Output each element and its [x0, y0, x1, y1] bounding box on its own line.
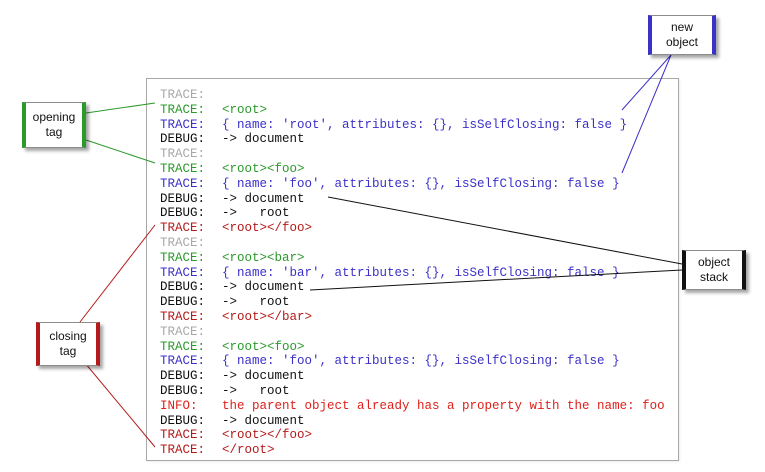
callout-closing-tag: closing tag [36, 322, 100, 366]
connector-opening-tag-2 [85, 139, 156, 164]
connector-closing-tag-1 [79, 224, 156, 323]
callout-new-object: new object [648, 15, 716, 55]
connector-lines [79, 54, 683, 448]
connector-new-object-1 [621, 54, 672, 111]
connector-opening-tag-1 [85, 102, 156, 114]
callout-object-stack: object stack [682, 250, 746, 290]
connector-object-stack-2 [309, 269, 683, 291]
connector-closing-tag-2 [79, 356, 156, 448]
connector-new-object-2 [621, 54, 672, 174]
connector-object-stack-1 [327, 196, 683, 265]
callout-opening-tag: opening tag [22, 102, 86, 148]
